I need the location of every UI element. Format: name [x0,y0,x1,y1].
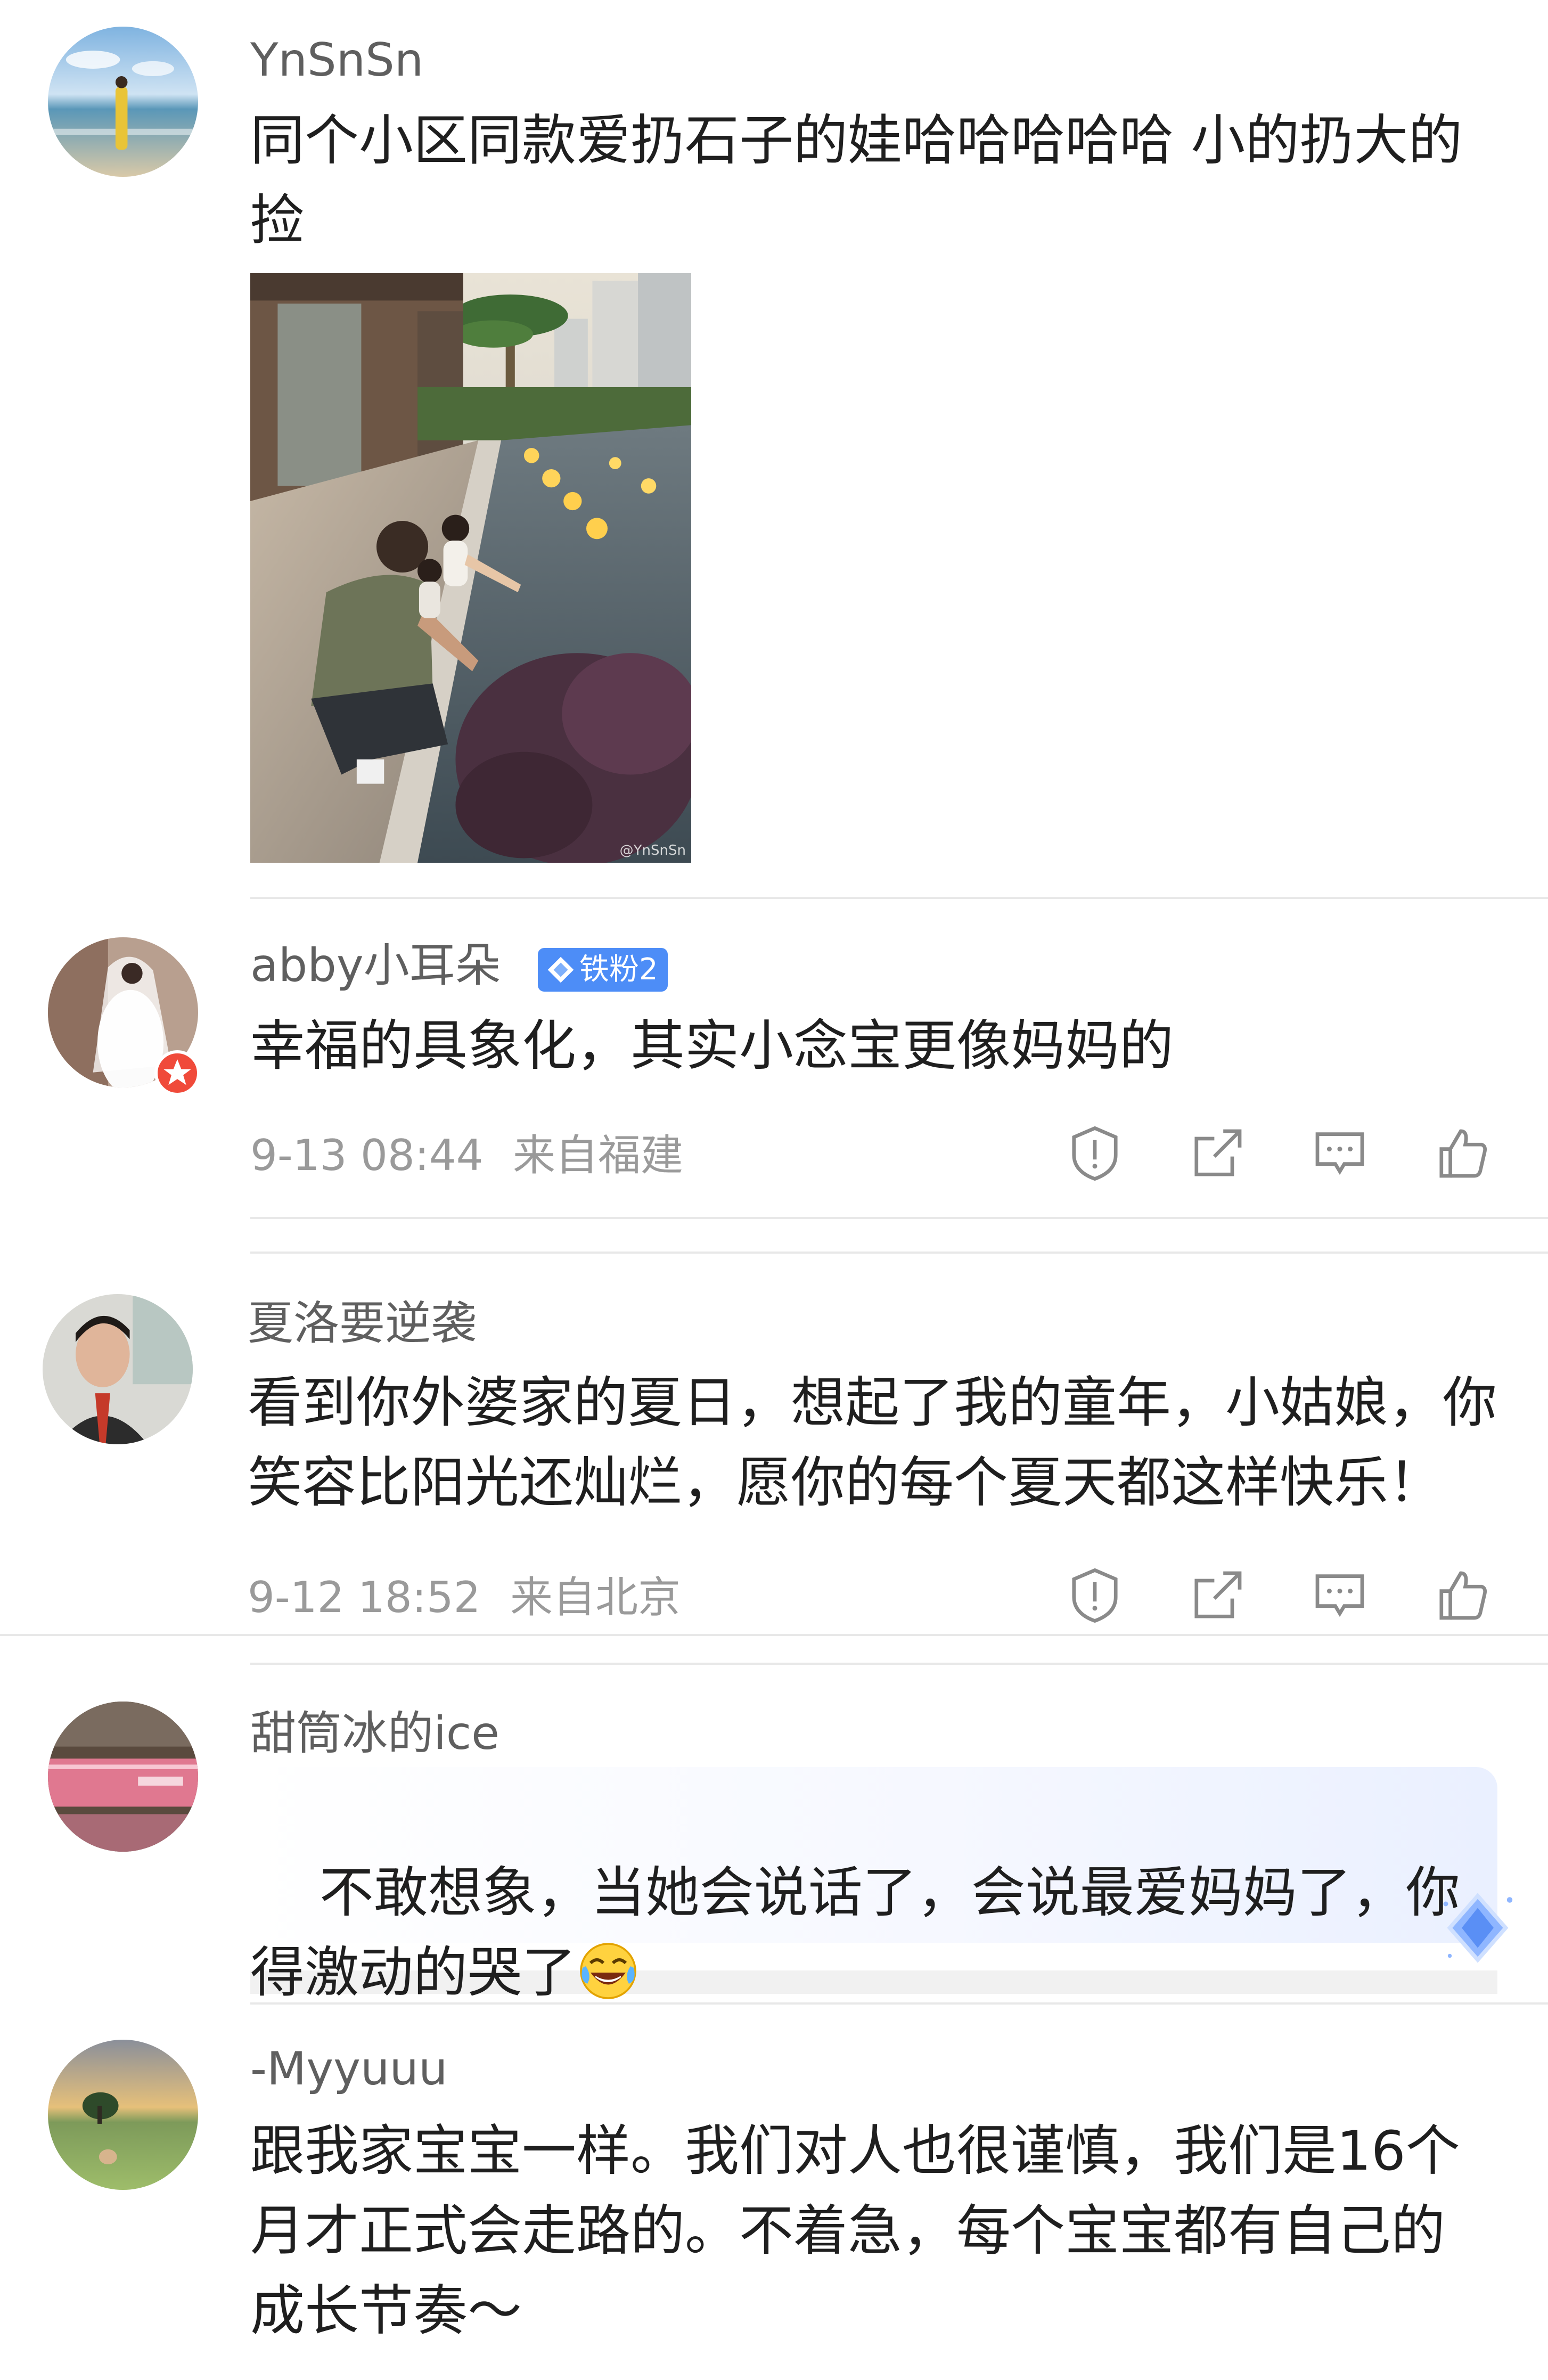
comment-actions [1065,1124,1502,1193]
fan-badge[interactable]: 铁粉2 [538,948,668,992]
comment-date: 9-13 08:44 [250,1131,484,1180]
comment-text-body: 不敢想象，当她会说话了，会说最爱妈妈了，你得激动的哭了 [250,1861,1460,2005]
comment-meta: 9-12 18:52 来自北京 [248,1571,681,1624]
comment-item: 甜筒冰的ice 不敢想象，当她会说话了，会说最爱妈妈了，你得激动的哭了 [0,1678,1548,2005]
comment-text: 看到你外婆家的夏日，想起了我的童年，小姑娘，你笑容比阳光还灿烂，愿你的每个夏天都… [248,1371,1497,1515]
divider [250,1663,1548,1665]
username[interactable]: YnSnSn [250,31,423,89]
avatar[interactable] [43,1294,193,1444]
username[interactable]: 夏洛要逆袭 [248,1294,477,1353]
comment-item: YnSnSn 同个小区同款爱扔石子的娃哈哈哈哈哈 小的扔大的捡 @YnSnSn [0,0,1548,900]
divider [250,1217,1548,1219]
comment-text: 同个小区同款爱扔石子的娃哈哈哈哈哈 小的扔大的捡 [250,109,1463,252]
avatar-park-image [48,2040,198,2190]
comment-text: 幸福的具象化，其实小念宝更像妈妈的 [250,1015,1174,1078]
report-icon[interactable] [1065,1124,1125,1183]
diamond-icon [547,956,574,983]
avatar-beach-image [48,27,198,177]
divider [250,897,1548,899]
username[interactable]: abby小耳朵 [250,936,501,995]
report-icon[interactable] [1065,1566,1125,1625]
comment-actions [1065,1566,1502,1635]
comment-text: 跟我家宝宝一样。我们对人也很谨慎，我们是16个月才正式会走路的。不着急，每个宝宝… [250,2120,1460,2343]
username[interactable]: -Myyuuu [250,2040,448,2098]
comment-location: 来自北京 [510,1573,681,1622]
comment-icon[interactable] [1310,1566,1370,1625]
comment-photo[interactable]: @YnSnSn [250,273,691,863]
photo-watermark: @YnSnSn [619,843,686,858]
avatar[interactable] [48,27,198,177]
comment-item: -Myyuuu 跟我家宝宝一样。我们对人也很谨慎，我们是16个月才正式会走路的。… [0,2013,1548,2380]
avatar-portrait-image [43,1294,193,1444]
username[interactable]: 甜筒冰的ice [250,1704,499,1763]
like-icon[interactable] [1432,1566,1492,1625]
comment-icon[interactable] [1310,1124,1370,1183]
divider [250,1252,1548,1254]
vip-badge-icon [154,1050,200,1096]
comment-item: 夏洛要逆袭 看到你外婆家的夏日，想起了我的童年，小姑娘，你笑容比阳光还灿烂，愿你… [0,1267,1548,1640]
comment-location: 来自福建 [512,1131,683,1180]
laughing-crying-emoji [580,1943,636,1999]
avatar[interactable] [48,2040,198,2190]
avatar[interactable] [48,1702,198,1852]
comment-date: 9-12 18:52 [248,1573,481,1622]
like-icon[interactable] [1432,1124,1492,1183]
share-icon[interactable] [1187,1124,1247,1183]
avatar-subway-image [48,1702,198,1852]
comment-meta: 9-13 08:44 来自福建 [250,1129,683,1182]
fan-badge-label: 铁粉2 [579,952,658,987]
share-icon[interactable] [1187,1566,1247,1625]
divider [0,1634,1548,1636]
divider [250,2002,1548,2005]
courtyard-photo [250,273,691,863]
comment-item: abby小耳朵 铁粉2 幸福的具象化，其实小念宝更像妈妈的 9-13 08:44… [0,905,1548,1225]
